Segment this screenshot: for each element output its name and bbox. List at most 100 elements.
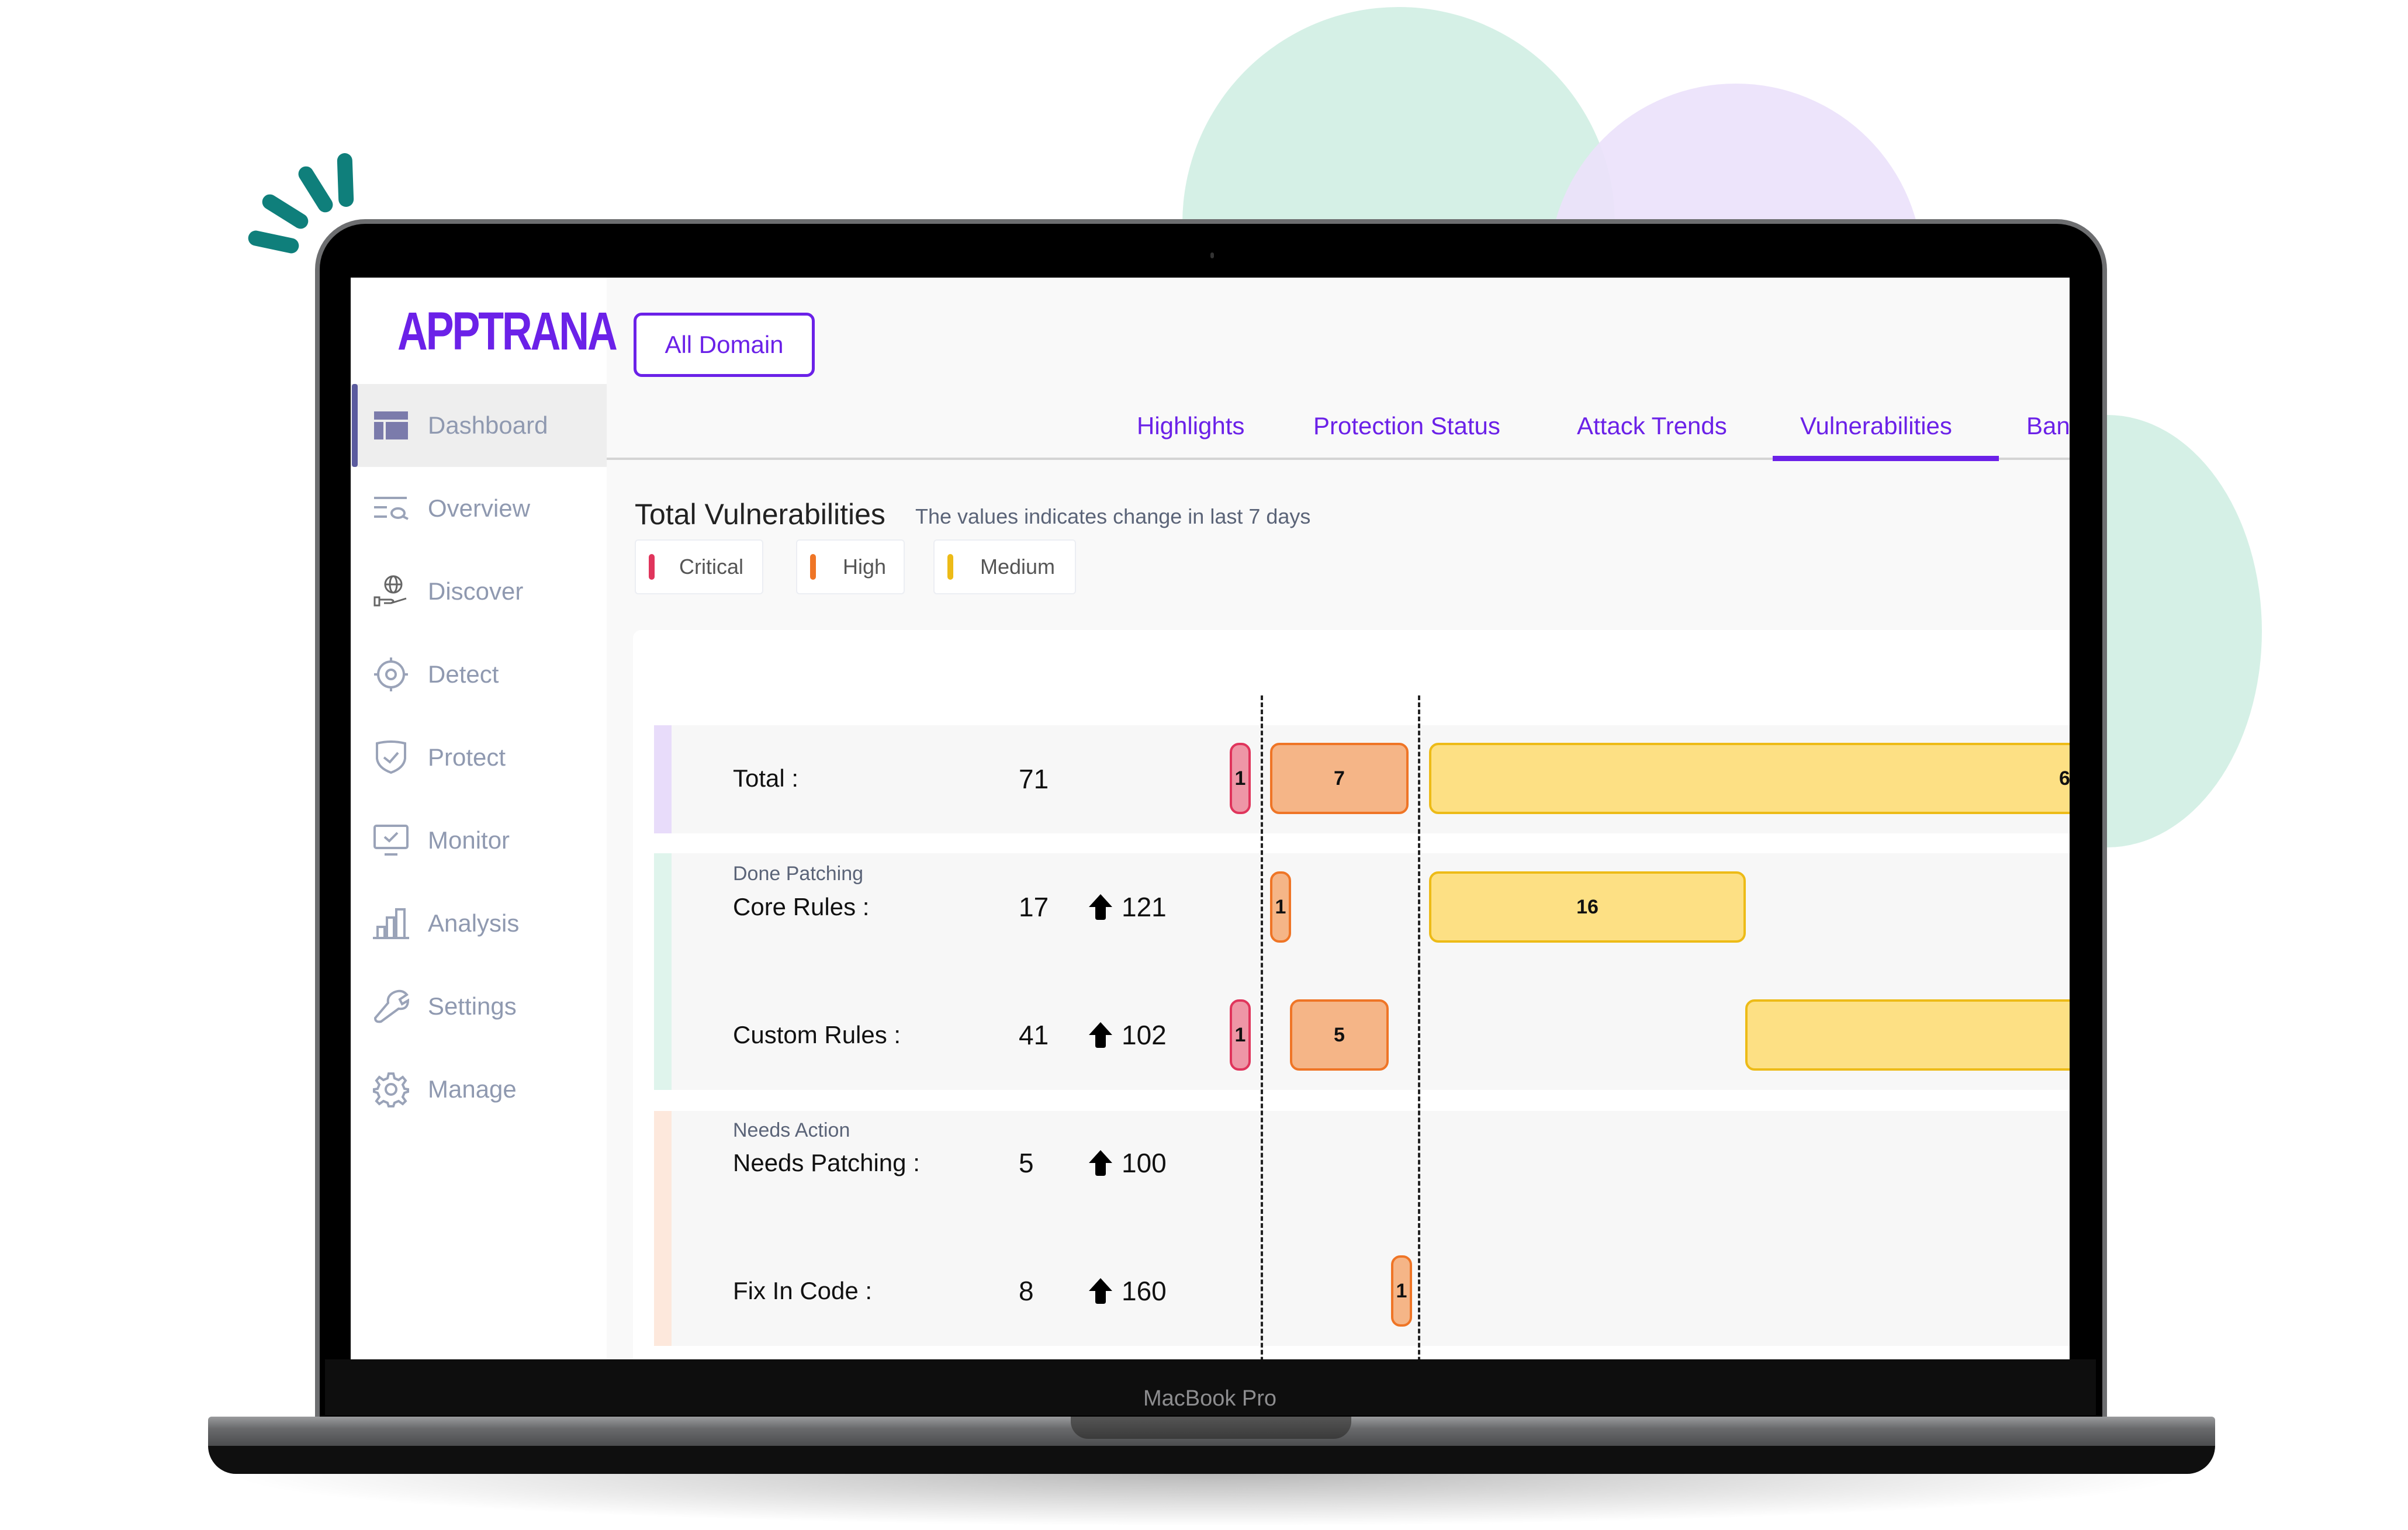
group-accent	[654, 1111, 672, 1346]
monitor-check-icon	[373, 822, 409, 859]
arrow-up-icon	[1089, 1278, 1112, 1304]
laptop-model-label: MacBook Pro	[1143, 1386, 1277, 1411]
arrow-up-icon	[1089, 1022, 1112, 1048]
row-change-core-rules: 121	[1089, 891, 1167, 923]
laptop-bottom	[208, 1446, 2215, 1474]
app-screen: APPTRANA Dashboard Overview Discover Det…	[351, 278, 2070, 1359]
sidebar-item-settings[interactable]: Settings	[351, 965, 607, 1048]
sidebar-item-label: Settings	[428, 992, 517, 1020]
row-count-fix-in-code: 8	[1019, 1276, 1034, 1306]
row-label-custom-rules: Custom Rules :	[733, 1021, 901, 1048]
active-tab-indicator	[1773, 456, 1999, 461]
row-change-fix-in-code: 160	[1089, 1275, 1167, 1307]
row-label-core-rules: Core Rules :	[733, 893, 870, 920]
tab-attack-trends[interactable]: Attack Trends	[1577, 412, 1727, 440]
sidebar-item-discover[interactable]: Discover	[351, 550, 607, 633]
bar-value-label: 1	[1234, 767, 1246, 790]
tab-vulnerabilities[interactable]: Vulnerabilities	[1800, 412, 1952, 440]
group-band-needs-action	[654, 1111, 2070, 1346]
change-value: 121	[1122, 892, 1167, 922]
group-accent	[654, 853, 672, 1090]
overview-search-icon	[373, 490, 409, 527]
sidebar-item-label: Manage	[428, 1075, 517, 1103]
bar-chart-icon	[373, 905, 409, 941]
sidebar-item-label: Analysis	[428, 909, 520, 937]
critical-swatch	[649, 554, 655, 580]
bar-critical[interactable]: 1	[1230, 999, 1251, 1071]
bar-high[interactable]: 1	[1270, 871, 1291, 943]
sidebar-item-analysis[interactable]: Analysis	[351, 882, 607, 965]
sidebar-item-manage[interactable]: Manage	[351, 1048, 607, 1131]
high-medium-divider	[1418, 695, 1420, 1359]
sidebar-item-label: Overview	[428, 494, 531, 522]
row-count-needs-patching: 5	[1019, 1148, 1034, 1178]
critical-high-divider	[1261, 695, 1263, 1359]
apptrana-logo: APPTRANA	[397, 302, 618, 361]
vulnerabilities-card: Total : 71 Done Patching Core Rules : 17…	[633, 630, 2070, 1359]
sidebar-item-monitor[interactable]: Monitor	[351, 799, 607, 882]
tab-protection-status[interactable]: Protection Status	[1313, 412, 1500, 440]
row-label-fix-in-code: Fix In Code :	[733, 1277, 873, 1304]
sidebar-item-label: Dashboard	[428, 411, 548, 439]
high-swatch	[810, 554, 816, 580]
sidebar-item-dashboard[interactable]: Dashboard	[351, 384, 607, 467]
group-label-needs-action: Needs Action	[733, 1119, 850, 1141]
change-value: 100	[1122, 1148, 1167, 1178]
section-subtitle: The values indicates change in last 7 da…	[915, 504, 1311, 528]
change-value: 102	[1122, 1020, 1167, 1050]
bar-value-label: 1	[1396, 1279, 1407, 1302]
legend-high[interactable]: High	[796, 539, 905, 594]
sidebar-item-detect[interactable]: Detect	[351, 633, 607, 716]
bar-high[interactable]: 1	[1391, 1255, 1412, 1327]
legend-critical[interactable]: Critical	[635, 539, 763, 594]
sidebar-item-label: Discover	[428, 577, 524, 605]
row-count-custom-rules: 41	[1019, 1020, 1049, 1050]
sidebar: APPTRANA Dashboard Overview Discover Det…	[351, 278, 618, 1359]
bar-medium[interactable]	[1745, 999, 2070, 1071]
bar-value-label: 5	[1334, 1023, 1345, 1046]
sidebar-item-overview[interactable]: Overview	[351, 467, 607, 550]
row-count-core-rules: 17	[1019, 892, 1049, 922]
sidebar-item-protect[interactable]: Protect	[351, 716, 607, 799]
bar-value-label: 63	[2059, 767, 2070, 790]
row-label-total: Total :	[733, 764, 799, 792]
group-accent	[654, 725, 672, 833]
legend-label: High	[843, 555, 887, 579]
tab-highlights[interactable]: Highlights	[1137, 412, 1244, 440]
bar-high[interactable]: 5	[1290, 999, 1389, 1071]
arrow-up-icon	[1089, 894, 1112, 920]
sidebar-item-label: Protect	[428, 743, 506, 771]
legend-label: Critical	[679, 555, 744, 579]
medium-swatch	[947, 554, 953, 580]
shield-check-icon	[373, 739, 409, 776]
sidebar-item-label: Detect	[428, 660, 499, 688]
bar-value-label: 7	[1334, 767, 1345, 790]
laptop-shadow	[222, 1474, 2198, 1526]
bar-medium[interactable]: 16	[1429, 871, 1746, 943]
target-icon	[373, 656, 409, 693]
row-change-needs-patching: 100	[1089, 1147, 1167, 1179]
change-value: 160	[1122, 1276, 1167, 1306]
section-title: Total Vulnerabilities	[635, 498, 885, 531]
row-count-total: 71	[1019, 764, 1049, 794]
legend-label: Medium	[980, 555, 1056, 579]
bar-medium[interactable]: 63	[1429, 743, 2070, 814]
camera-icon	[1210, 252, 1214, 258]
legend-medium[interactable]: Medium	[933, 539, 1076, 594]
arrow-up-icon	[1089, 1150, 1112, 1176]
gear-icon	[373, 1071, 409, 1107]
laptop-notch	[1071, 1417, 1351, 1439]
sidebar-item-label: Monitor	[428, 826, 510, 854]
bar-value-label: 16	[1576, 895, 1599, 918]
row-label-needs-patching: Needs Patching :	[733, 1149, 920, 1176]
dashboard-icon	[373, 407, 409, 444]
bar-value-label: 1	[1275, 895, 1286, 918]
bar-critical[interactable]: 1	[1230, 743, 1251, 814]
group-label-done-patching: Done Patching	[733, 863, 864, 885]
row-change-custom-rules: 102	[1089, 1019, 1167, 1051]
wrench-icon	[373, 988, 409, 1024]
all-domain-button[interactable]: All Domain	[634, 313, 815, 377]
bar-value-label: 1	[1234, 1023, 1246, 1046]
tab-ban[interactable]: Ban	[2026, 412, 2070, 440]
bar-high[interactable]: 7	[1270, 743, 1409, 814]
